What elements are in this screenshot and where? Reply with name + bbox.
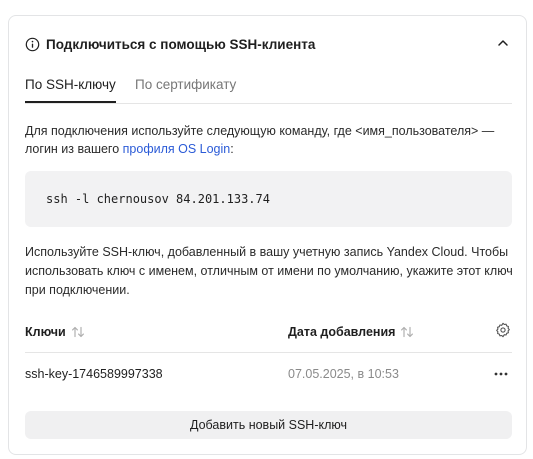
tab-ssh-key[interactable]: По SSH-ключу (25, 77, 116, 103)
column-keys: Ключи (25, 325, 85, 339)
ssh-key-date: 07.05.2025, в 10:53 (288, 367, 399, 381)
description-suffix: : (230, 142, 234, 156)
column-date: Дата добавления (288, 325, 414, 339)
add-ssh-key-button[interactable]: Добавить новый SSH-ключ (25, 411, 512, 439)
chevron-up-icon[interactable] (496, 36, 510, 50)
os-login-profile-link[interactable]: профиля OS Login (123, 142, 231, 156)
column-date-label: Дата добавления (288, 325, 396, 339)
info-icon (25, 37, 40, 51)
card-header: Подключиться с помощью SSH-клиента (25, 34, 510, 54)
tabs: По SSH-ключу По сертификату (25, 74, 512, 104)
sort-icon[interactable] (400, 326, 414, 338)
command-description: Для подключения используйте следующую ко… (25, 122, 515, 158)
ssh-connect-card: Подключиться с помощью SSH-клиента По SS… (8, 15, 527, 455)
ssh-command-box: ssh -l chernousov 84.201.133.74 (25, 171, 512, 227)
sort-icon[interactable] (71, 326, 85, 338)
column-keys-label: Ключи (25, 325, 66, 339)
more-icon[interactable] (493, 367, 509, 381)
ssh-command: ssh -l chernousov 84.201.133.74 (46, 192, 270, 206)
ssh-key-name: ssh-key-1746589997338 (25, 367, 163, 381)
tab-certificate[interactable]: По сертификату (135, 77, 236, 101)
table-row: ssh-key-1746589997338 07.05.2025, в 10:5… (25, 356, 512, 392)
gear-icon[interactable] (495, 322, 511, 338)
description-text: Для подключения используйте следующую ко… (25, 124, 495, 156)
keys-table-header: Ключи Дата добавления (25, 321, 512, 353)
ssh-key-info: Используйте SSH-ключ, добавленный в вашу… (25, 245, 513, 297)
card-title: Подключиться с помощью SSH-клиента (46, 36, 316, 52)
